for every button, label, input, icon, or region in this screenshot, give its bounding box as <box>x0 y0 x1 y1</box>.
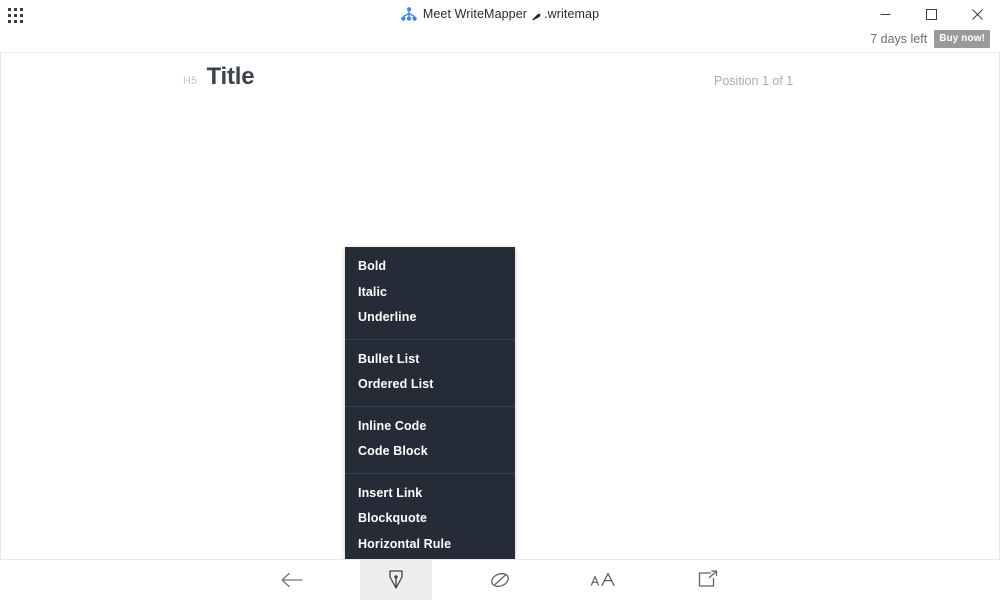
tag-icon[interactable] <box>464 560 536 600</box>
trial-days-left-label: 7 days left <box>870 31 928 46</box>
menu-item-insert-link[interactable]: Insert Link <box>345 481 515 507</box>
pen-nib-icon[interactable] <box>360 560 432 600</box>
menu-group-lists: Bullet List Ordered List <box>345 338 515 406</box>
menu-group-text-style: Bold Italic Underline <box>345 247 515 339</box>
page-title[interactable]: Title <box>206 65 254 89</box>
menu-item-underline[interactable]: Underline <box>345 305 515 331</box>
menu-group-code: Inline Code Code Block <box>345 405 515 473</box>
window-controls <box>862 0 1000 28</box>
maximize-icon[interactable] <box>908 0 954 28</box>
menu-item-horizontal-rule[interactable]: Horizontal Rule <box>345 532 515 558</box>
position-indicator: Position 1 of 1 <box>714 74 794 88</box>
heading-level-marker: H5 <box>183 75 198 87</box>
editor-page[interactable]: H5 Title Position 1 of 1 Bold Italic Und… <box>0 52 1000 560</box>
app-window: Meet WriteMapper .writemap 7 days left B… <box>0 0 1000 600</box>
menu-item-italic[interactable]: Italic <box>345 280 515 306</box>
back-arrow-icon[interactable] <box>256 560 328 600</box>
bottom-toolbar <box>0 560 1000 600</box>
mindmap-icon <box>401 7 417 21</box>
menu-item-bold[interactable]: Bold <box>345 254 515 280</box>
window-title-text: Meet WriteMapper <box>422 6 528 21</box>
formatting-context-menu[interactable]: Bold Italic Underline Bullet List Ordere… <box>345 247 515 560</box>
menu-item-bullet-list[interactable]: Bullet List <box>345 347 515 373</box>
menu-item-inline-code[interactable]: Inline Code <box>345 414 515 440</box>
menu-item-blockquote[interactable]: Blockquote <box>345 506 515 532</box>
font-size-icon[interactable] <box>568 560 640 600</box>
apps-grid-icon[interactable] <box>8 8 25 23</box>
export-icon[interactable] <box>672 560 744 600</box>
writemap-file-icon <box>531 9 542 20</box>
menu-item-code-block[interactable]: Code Block <box>345 439 515 465</box>
document-heading-row: H5 Title <box>183 65 255 89</box>
minimize-icon[interactable] <box>862 0 908 28</box>
window-title: Meet WriteMapper .writemap <box>0 0 1000 28</box>
menu-item-ordered-list[interactable]: Ordered List <box>345 372 515 398</box>
trial-bar: 7 days left Buy now! <box>870 30 990 48</box>
buy-now-button[interactable]: Buy now! <box>934 30 990 48</box>
menu-group-insert: Insert Link Blockquote Horizontal Rule <box>345 472 515 560</box>
window-title-suffix: .writemap <box>544 6 600 21</box>
title-bar: Meet WriteMapper .writemap <box>0 0 1000 28</box>
close-icon[interactable] <box>954 0 1000 28</box>
